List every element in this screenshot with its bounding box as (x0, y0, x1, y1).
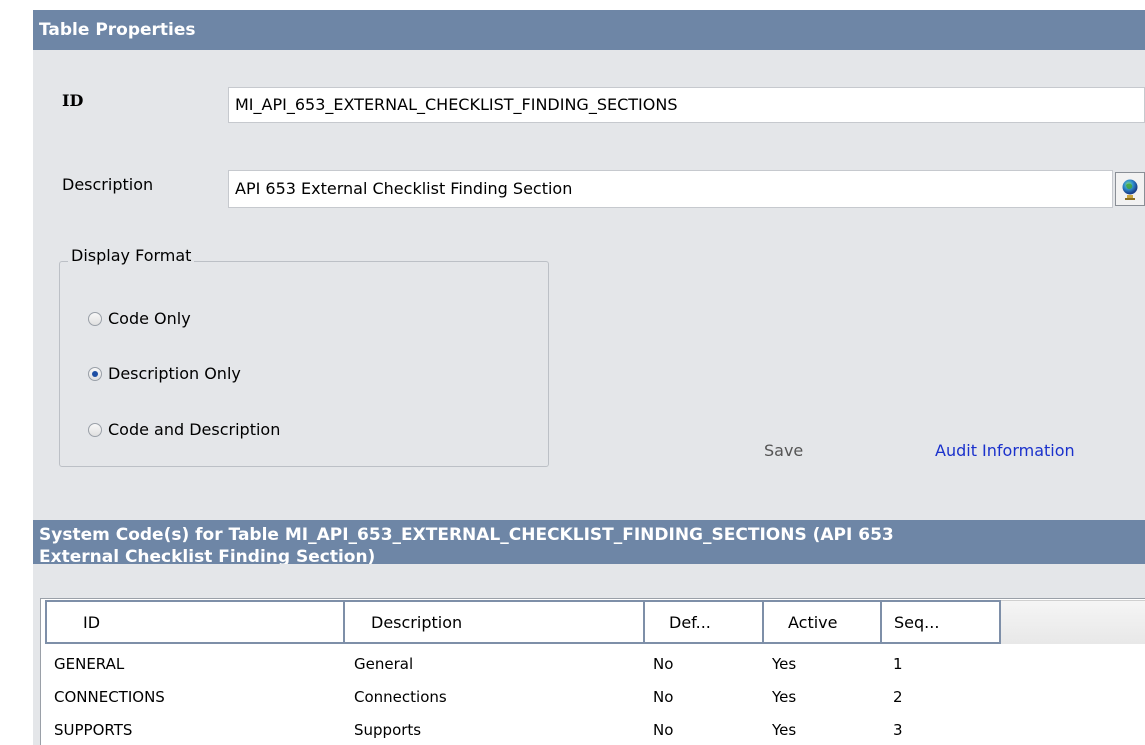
cell-active: Yes (772, 721, 797, 739)
system-codes-header-line2: External Checklist Finding Section) (39, 547, 376, 564)
radio-label: Code and Description (108, 420, 281, 439)
cell-default: No (653, 688, 674, 706)
audit-information-link[interactable]: Audit Information (935, 441, 1075, 460)
radio-code-only[interactable]: Code Only (88, 309, 191, 328)
column-header-default[interactable]: Def... (643, 600, 764, 644)
translate-button[interactable] (1115, 172, 1145, 206)
cell-description: General (354, 655, 414, 673)
cell-id: SUPPORTS (54, 721, 133, 739)
globe-icon (1122, 179, 1138, 200)
cell-sequence: 2 (893, 688, 903, 706)
radio-button[interactable] (88, 422, 102, 437)
cell-id: CONNECTIONS (54, 688, 165, 706)
radio-label: Description Only (108, 364, 241, 383)
cell-sequence: 3 (893, 721, 903, 739)
column-header-active[interactable]: Active (762, 600, 882, 644)
cell-id: GENERAL (54, 655, 125, 673)
column-header-sequence[interactable]: Seq... (880, 600, 1001, 644)
cell-sequence: 1 (893, 655, 903, 673)
column-header-description[interactable]: Description (343, 600, 645, 644)
description-field[interactable]: API 653 External Checklist Finding Secti… (228, 170, 1113, 208)
system-codes-header-line1: System Code(s) for Table MI_API_653_EXTE… (39, 525, 894, 545)
radio-button[interactable] (88, 311, 102, 326)
radio-button-selected[interactable] (88, 366, 102, 381)
display-format-legend: Display Format (68, 246, 195, 265)
id-label: ID (62, 91, 84, 110)
cell-description: Connections (354, 688, 447, 706)
cell-active: Yes (772, 655, 797, 673)
grid-header-filler (1001, 600, 1145, 644)
table-properties-header: Table Properties (33, 10, 1145, 50)
radio-label: Code Only (108, 309, 191, 328)
radio-description-only[interactable]: Description Only (88, 364, 241, 383)
cell-description: Supports (354, 721, 422, 739)
column-header-id[interactable]: ID (45, 600, 345, 644)
cell-default: No (653, 655, 674, 673)
id-field[interactable]: MI_API_653_EXTERNAL_CHECKLIST_FINDING_SE… (228, 87, 1145, 123)
description-label: Description (62, 175, 154, 194)
save-button[interactable]: Save (764, 441, 803, 460)
cell-active: Yes (772, 688, 797, 706)
cell-default: No (653, 721, 674, 739)
system-codes-header: System Code(s) for Table MI_API_653_EXTE… (33, 520, 1145, 564)
radio-code-and-description[interactable]: Code and Description (88, 420, 280, 439)
